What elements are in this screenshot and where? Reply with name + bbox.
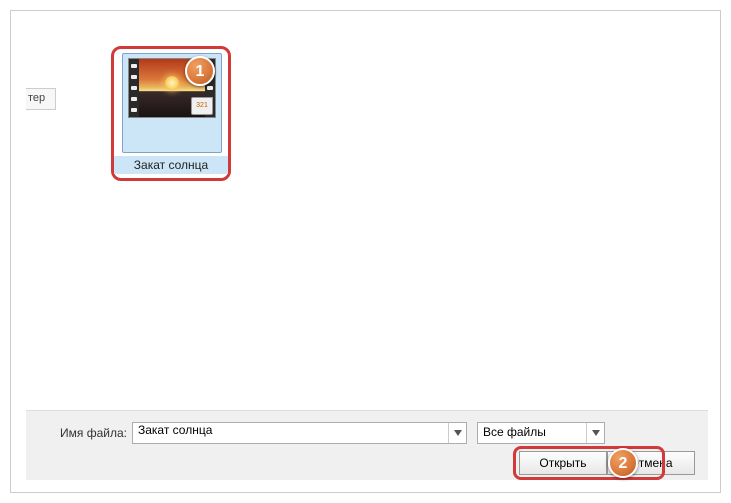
sidebar-item-truncated[interactable]: тер bbox=[26, 88, 56, 110]
sunset-sun bbox=[165, 76, 179, 90]
chevron-down-icon bbox=[454, 430, 462, 436]
filetype-combo-value: Все файлы bbox=[483, 425, 546, 439]
filetype-dropdown-arrow[interactable] bbox=[586, 423, 604, 443]
annotation-callout-2: 2 bbox=[608, 448, 638, 478]
open-button-label: Открыть bbox=[539, 456, 586, 470]
file-list-area[interactable]: тер 321 Зака bbox=[26, 26, 708, 411]
filename-input[interactable]: Закат солнца bbox=[132, 422, 467, 444]
sidebar-item-label: тер bbox=[28, 92, 45, 104]
filetype-combo[interactable]: Все файлы bbox=[477, 422, 605, 444]
callout-number: 1 bbox=[196, 63, 205, 80]
filename-row: Имя файла: Закат солнца Все файлы bbox=[26, 421, 708, 445]
filename-dropdown-arrow[interactable] bbox=[448, 423, 466, 443]
filename-label: Имя файла: bbox=[60, 426, 132, 440]
bottom-panel: Имя файла: Закат солнца Все файлы Открыт… bbox=[26, 410, 708, 480]
callout-number: 2 bbox=[619, 455, 628, 472]
button-row: Открыть Отмена bbox=[26, 451, 708, 475]
mpc-player-badge-icon: 321 bbox=[191, 97, 213, 115]
filename-input-value: Закат солнца bbox=[138, 423, 212, 437]
chevron-down-icon bbox=[592, 430, 600, 436]
badge-text: 321 bbox=[196, 102, 208, 109]
open-button[interactable]: Открыть bbox=[519, 451, 607, 475]
film-strip-left bbox=[129, 59, 139, 117]
dialog-frame: тер 321 Зака bbox=[10, 10, 721, 493]
file-item-label: Закат солнца bbox=[114, 156, 228, 174]
annotation-callout-1: 1 bbox=[185, 56, 215, 86]
